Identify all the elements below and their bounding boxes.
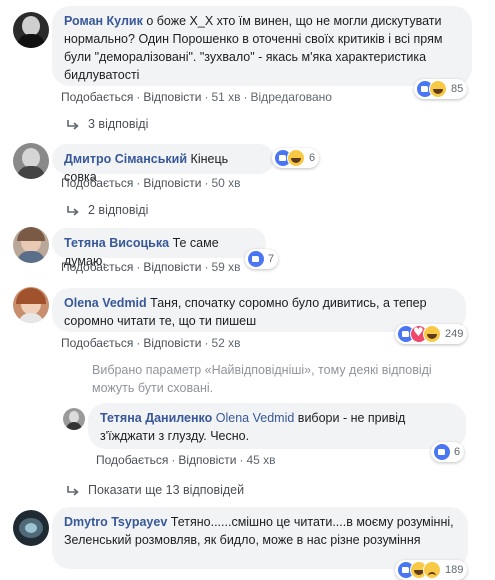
reply-arrow-icon	[67, 205, 79, 216]
avatar[interactable]	[13, 287, 49, 323]
reply-link[interactable]: Відповісти	[143, 336, 201, 350]
like-link[interactable]: Подобається	[61, 176, 133, 190]
comment-bubble: Роман Кулик о боже X_X хто їм винен, що …	[52, 6, 472, 86]
reactions-summary[interactable]: 6	[431, 442, 465, 462]
reply-author[interactable]: Тетяна Даниленко	[100, 411, 212, 425]
reply-link[interactable]: Відповісти	[178, 453, 236, 467]
reactions-summary[interactable]: 249	[395, 324, 468, 344]
reactions-summary[interactable]: 85	[414, 79, 468, 99]
like-reaction-icon	[247, 250, 265, 268]
comment-actions: Подобається · Відповісти · 50 хв	[61, 176, 241, 190]
like-link[interactable]: Подобається	[96, 453, 168, 467]
like-reaction-icon	[433, 443, 451, 461]
timestamp[interactable]: 52 хв	[211, 336, 240, 350]
more-replies-link[interactable]: Показати ще 13 відповідей	[66, 483, 244, 497]
haha-reaction-icon	[429, 80, 447, 98]
comment-author[interactable]: Olena Vedmid	[64, 296, 147, 310]
timestamp[interactable]: 50 хв	[211, 176, 240, 190]
timestamp[interactable]: 45 хв	[246, 453, 275, 467]
reaction-count: 189	[445, 564, 464, 576]
comment-author[interactable]: Дмитро Сіманський	[64, 152, 187, 166]
view-replies-label: 3 відповіді	[88, 117, 149, 131]
haha-reaction-icon	[287, 149, 305, 167]
reply-arrow-icon	[67, 119, 79, 130]
filter-note: Вибрано параметр «Найвідповідніші», тому…	[92, 363, 432, 395]
reaction-count: 85	[451, 83, 464, 95]
comment-bubble: Тетяна Висоцька Те саме думаю.	[52, 228, 266, 268]
timestamp[interactable]: 51 хв	[211, 90, 240, 104]
timestamp[interactable]: 59 хв	[211, 260, 240, 274]
reactions-summary[interactable]: 189	[395, 560, 468, 580]
reply-link[interactable]: Відповісти	[143, 176, 201, 190]
comment-bubble: Дмитро Сіманський Кінець совка	[52, 144, 274, 184]
avatar[interactable]	[13, 510, 49, 546]
comment-author[interactable]: Тетяна Висоцька	[64, 236, 169, 250]
reply-link[interactable]: Відповісти	[143, 260, 201, 274]
view-replies-label: 2 відповіді	[88, 203, 149, 217]
like-link[interactable]: Подобається	[61, 260, 133, 274]
view-replies-link[interactable]: 3 відповіді	[66, 117, 148, 131]
haha-reaction-icon	[423, 325, 441, 343]
sad-reaction-icon	[423, 561, 441, 579]
reaction-count: 7	[268, 253, 275, 265]
reactions-summary[interactable]: 6	[272, 148, 320, 168]
reply-actions: Подобається · Відповісти · 45 хв	[96, 453, 276, 467]
reactions-summary[interactable]: 7	[245, 249, 279, 269]
comment-actions: Подобається · Відповісти · 52 хв	[61, 336, 241, 350]
like-link[interactable]: Подобається	[61, 336, 133, 350]
edited-label[interactable]: Відредаговано	[251, 90, 332, 104]
comment-actions: Подобається · Відповісти · 51 хв · Відредагова…	[61, 90, 332, 104]
more-replies-label: Показати ще 13 відповідей	[88, 483, 245, 497]
like-link[interactable]: Подобається	[61, 90, 133, 104]
avatar[interactable]	[13, 227, 49, 263]
reply-arrow-icon	[67, 485, 79, 496]
avatar[interactable]	[63, 408, 85, 430]
comment-author[interactable]: Роман Кулик	[64, 14, 143, 28]
reaction-count: 249	[445, 328, 464, 340]
reply-mention[interactable]: Olena Vedmid	[216, 411, 295, 425]
view-replies-link[interactable]: 2 відповіді	[66, 203, 148, 217]
reply-link[interactable]: Відповісти	[143, 90, 201, 104]
avatar[interactable]	[13, 143, 49, 179]
avatar[interactable]	[13, 12, 49, 48]
comment-actions: Подобається · Відповісти · 59 хв	[61, 260, 241, 274]
reply-bubble: Тетяна Даниленко Olena Vedmid вибори - н…	[88, 403, 466, 449]
reaction-count: 6	[454, 446, 461, 458]
reaction-count: 6	[309, 152, 316, 164]
comment-author[interactable]: Dmytro Tsypayev	[64, 515, 167, 529]
